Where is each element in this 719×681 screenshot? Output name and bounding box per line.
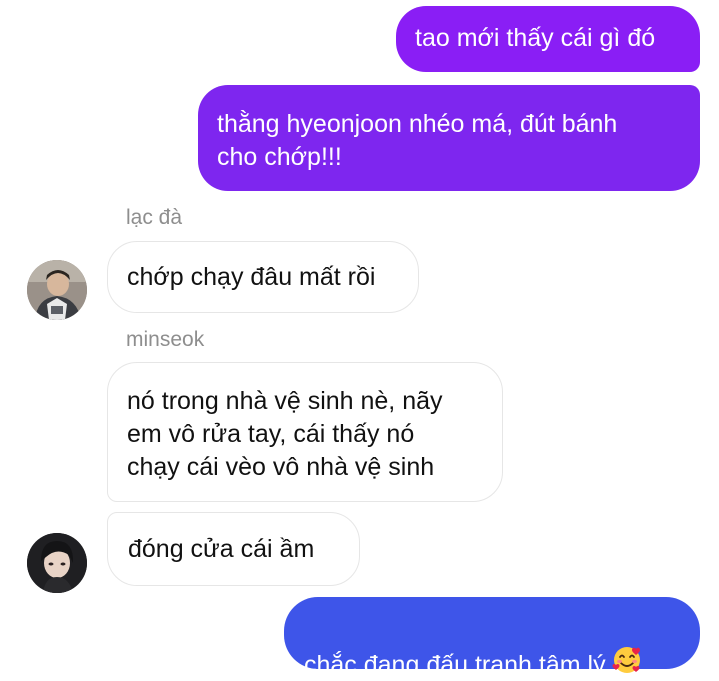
- sender-name: lạc đà: [126, 206, 183, 229]
- incoming-message[interactable]: nó trong nhà vệ sinh nè, nãy em vô rửa t…: [107, 362, 503, 502]
- chat-thread: tao mới thấy cái gì đó thằng hyeonjoon n…: [0, 0, 719, 681]
- outgoing-message[interactable]: chắc đang đấu tranh tâm lý: [284, 597, 700, 679]
- outgoing-message[interactable]: thằng hyeonjoon nhéo má, đút bánh cho ch…: [198, 85, 700, 191]
- outgoing-message[interactable]: tao mới thấy cái gì đó: [396, 6, 700, 72]
- incoming-message[interactable]: đóng cửa cái ầm: [107, 512, 360, 586]
- avatar[interactable]: [27, 260, 87, 320]
- incoming-message[interactable]: chớp chạy đâu mất rồi: [107, 241, 419, 313]
- avatar-photo-icon: [27, 260, 87, 320]
- sender-name: minseok: [126, 328, 205, 351]
- avatar[interactable]: [27, 533, 87, 593]
- smiling-face-with-hearts-emoji-icon: [612, 645, 642, 681]
- avatar-photo-icon: [27, 533, 87, 593]
- message-text: chắc đang đấu tranh tâm lý: [304, 651, 606, 680]
